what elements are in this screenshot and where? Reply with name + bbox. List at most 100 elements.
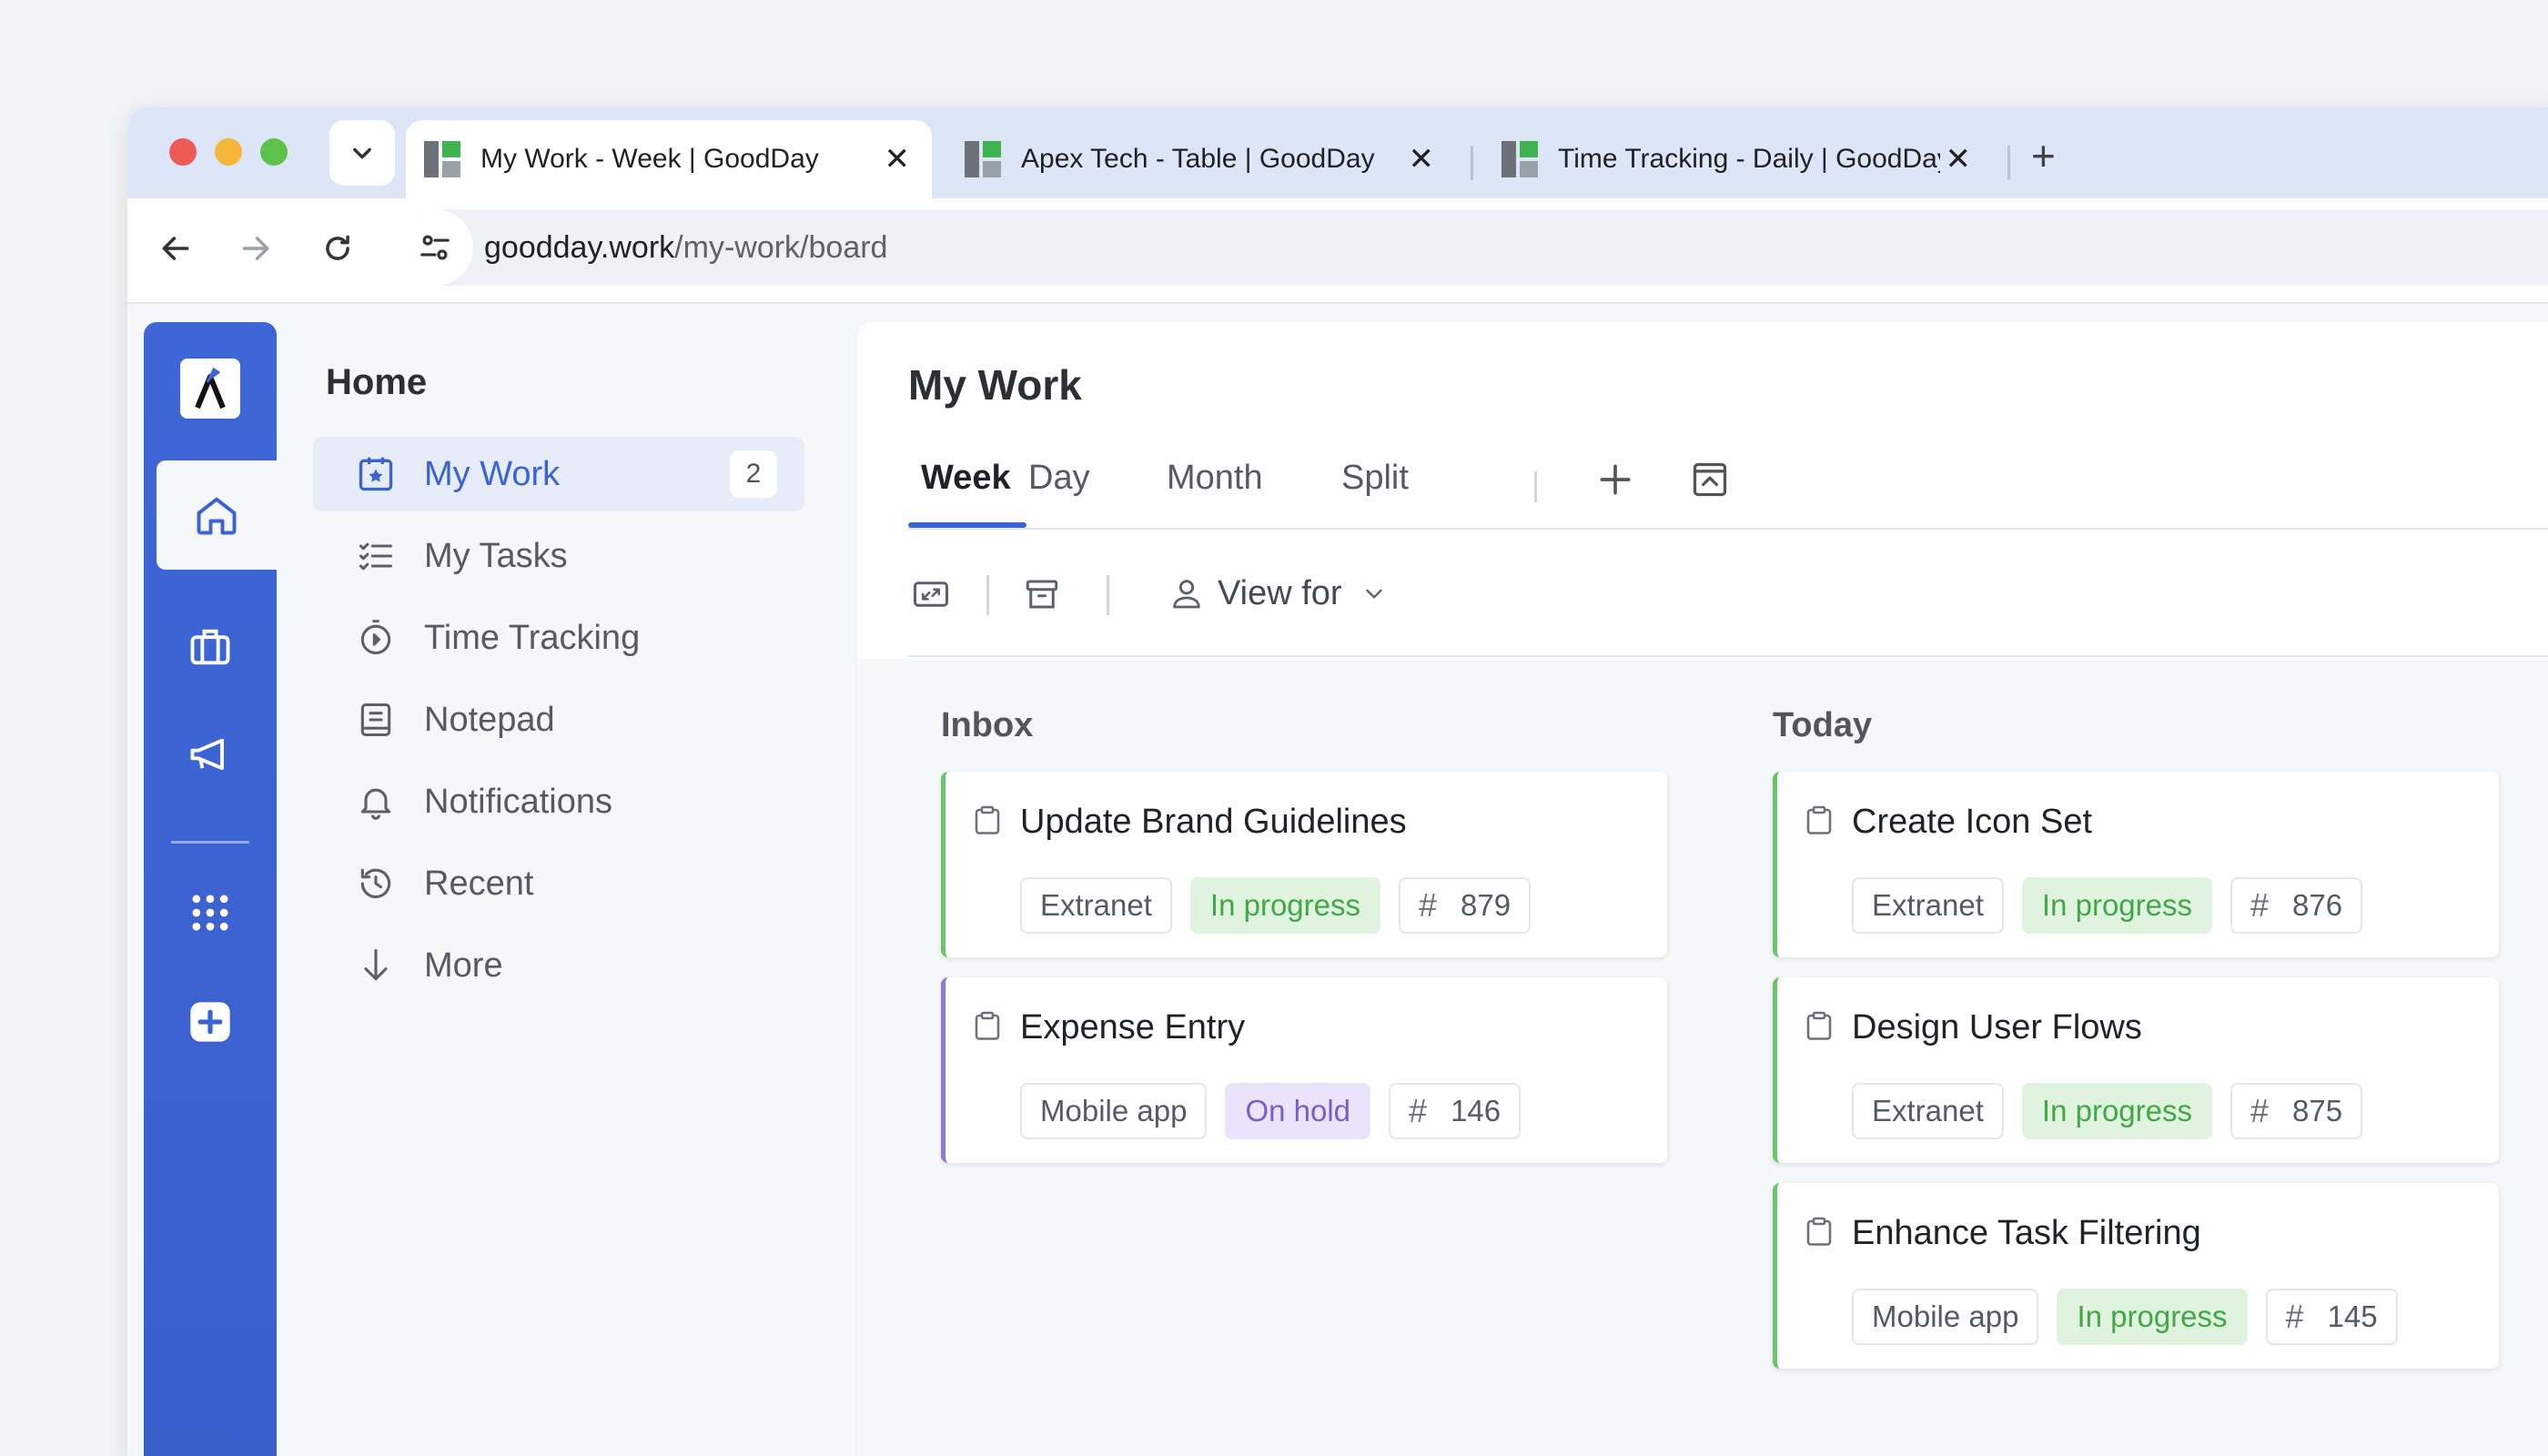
- column-title-today: Today: [1773, 706, 1873, 744]
- browser-tab-my-work[interactable]: My Work - Week | GoodDay ✕: [406, 120, 932, 198]
- minimize-window-button[interactable]: [215, 138, 242, 166]
- home-icon: [197, 497, 237, 535]
- collapse-panel-icon: [1693, 462, 1727, 497]
- hash-icon: #: [2250, 1092, 2270, 1129]
- task-clipboard-icon: [1803, 1216, 1839, 1252]
- task-card[interactable]: Design User Flows Extranet In progress #…: [1773, 977, 2499, 1163]
- sidebar-item-recent[interactable]: Recent: [313, 846, 804, 921]
- rail-announcements-button[interactable]: [180, 724, 240, 784]
- rail-apps-button[interactable]: [180, 883, 240, 943]
- tab-separator: [1471, 146, 1473, 180]
- sidebar-item-label: My Tasks: [424, 536, 568, 575]
- expand-button[interactable]: [908, 571, 954, 617]
- sidebar-item-time-tracking[interactable]: Time Tracking: [313, 601, 804, 675]
- rail-home-button[interactable]: [157, 460, 277, 570]
- sidenav-title: Home: [326, 362, 428, 402]
- project-tag[interactable]: Mobile app: [1020, 1083, 1208, 1139]
- view-for-label: View for: [1218, 573, 1342, 612]
- sidebar-item-label: Time Tracking: [424, 618, 641, 657]
- tab-search-button[interactable]: [329, 120, 395, 186]
- tab-title: Time Tracking - Daily | GoodDay: [1558, 144, 1940, 174]
- sidebar-item-label: More: [424, 945, 503, 985]
- my-work-panel: My Work Week Day Month Split View for In…: [857, 322, 2548, 1456]
- reload-button[interactable]: [315, 226, 360, 271]
- sidebar-item-more[interactable]: More: [313, 928, 804, 1003]
- task-tags: Extranet In progress #875: [1852, 1083, 2363, 1139]
- task-card[interactable]: Update Brand Guidelines Extranet In prog…: [941, 772, 1667, 957]
- close-tab-icon[interactable]: ✕: [1409, 141, 1435, 177]
- timer-icon: [355, 617, 397, 659]
- tabs-separator: [1534, 471, 1537, 502]
- task-title: Expense Entry: [1020, 1008, 1246, 1046]
- rail-add-button[interactable]: [180, 992, 240, 1052]
- sidebar-item-notepad[interactable]: Notepad: [313, 682, 804, 757]
- add-view-button[interactable]: [1592, 457, 1638, 502]
- sidebar-item-label: Notifications: [424, 782, 612, 821]
- collapse-header-button[interactable]: [1687, 457, 1733, 502]
- chevron-down-icon: [353, 147, 371, 159]
- status-badge[interactable]: In progress: [2021, 1083, 2212, 1139]
- close-tab-icon[interactable]: ✕: [1946, 141, 1972, 177]
- briefcase-icon: [190, 629, 230, 665]
- task-id-tag: #146: [1389, 1083, 1522, 1139]
- site-info-icon[interactable]: [397, 209, 473, 286]
- status-badge[interactable]: In progress: [2057, 1289, 2248, 1345]
- close-window-button[interactable]: [169, 138, 197, 166]
- task-clipboard-icon: [971, 804, 1007, 841]
- browser-tab-apex-tech[interactable]: Apex Tech - Table | GoodDay ✕: [946, 120, 1456, 198]
- status-badge[interactable]: In progress: [1189, 877, 1380, 934]
- hash-icon: #: [1409, 1092, 1428, 1129]
- task-id: 146: [1451, 1094, 1502, 1127]
- task-clipboard-icon: [1803, 1010, 1839, 1046]
- sidebar-item-my-tasks[interactable]: My Tasks: [313, 519, 804, 593]
- status-badge[interactable]: In progress: [2021, 877, 2212, 934]
- task-tags: Extranet In progress #879: [1020, 877, 1532, 934]
- browser-toolbar: goodday.work/my-work/board: [127, 198, 2548, 304]
- maximize-window-button[interactable]: [260, 138, 288, 166]
- new-tab-button[interactable]: +: [2031, 135, 2056, 177]
- project-tag[interactable]: Extranet: [1020, 877, 1172, 934]
- browser-window: My Work - Week | GoodDay ✕ Apex Tech - T…: [127, 107, 2548, 1456]
- task-tags: Mobile app In progress #145: [1852, 1289, 2398, 1345]
- board-action-bar: View for: [908, 531, 2548, 657]
- back-button[interactable]: [153, 226, 198, 271]
- archive-button[interactable]: [1019, 571, 1065, 617]
- goodday-logo-icon: [195, 367, 226, 410]
- page-title: My Work: [908, 361, 1082, 409]
- task-id: 875: [2292, 1094, 2343, 1127]
- plus-icon: [1600, 464, 1631, 495]
- task-card[interactable]: Enhance Task Filtering Mobile app In pro…: [1773, 1183, 2499, 1369]
- rail-projects-button[interactable]: [180, 617, 240, 677]
- forward-button[interactable]: [233, 226, 278, 271]
- goodday-favicon: [424, 141, 460, 177]
- status-badge[interactable]: On hold: [1225, 1083, 1371, 1139]
- url-path: /my-work/board: [674, 229, 888, 265]
- apps-grid-icon: [192, 895, 228, 931]
- app-logo[interactable]: [180, 359, 240, 419]
- tab-week[interactable]: Week: [921, 459, 1011, 498]
- goodday-favicon: [1502, 141, 1538, 177]
- sidebar-item-label: My Work: [424, 454, 561, 493]
- project-tag[interactable]: Extranet: [1852, 877, 2004, 934]
- task-card[interactable]: Create Icon Set Extranet In progress #87…: [1773, 772, 2499, 957]
- tab-month[interactable]: Month: [1167, 459, 1263, 498]
- active-tab-indicator: [908, 522, 1026, 528]
- tab-split[interactable]: Split: [1341, 459, 1409, 498]
- task-id-tag: #876: [2230, 877, 2363, 934]
- column-title-inbox: Inbox: [941, 706, 1034, 744]
- task-id: 879: [1461, 888, 1512, 922]
- task-card[interactable]: Expense Entry Mobile app On hold #146: [941, 977, 1667, 1163]
- project-tag[interactable]: Extranet: [1852, 1083, 2004, 1139]
- arrow-right-icon: [242, 237, 269, 260]
- sidebar-item-my-work[interactable]: My Work 2: [313, 437, 804, 511]
- project-tag[interactable]: Mobile app: [1852, 1289, 2039, 1345]
- close-tab-icon[interactable]: ✕: [885, 141, 911, 177]
- sidebar-item-notifications[interactable]: Notifications: [313, 764, 804, 839]
- arrow-left-icon: [162, 237, 189, 260]
- address-bar[interactable]: goodday.work/my-work/board: [397, 209, 2548, 286]
- view-for-dropdown[interactable]: View for: [1168, 568, 1386, 619]
- view-tabs: Week Day Month Split: [908, 440, 2548, 530]
- browser-tab-time-tracking[interactable]: Time Tracking - Daily | GoodDay ✕: [1483, 120, 1993, 198]
- tab-separator: [2007, 146, 2010, 180]
- tab-day[interactable]: Day: [1028, 459, 1090, 498]
